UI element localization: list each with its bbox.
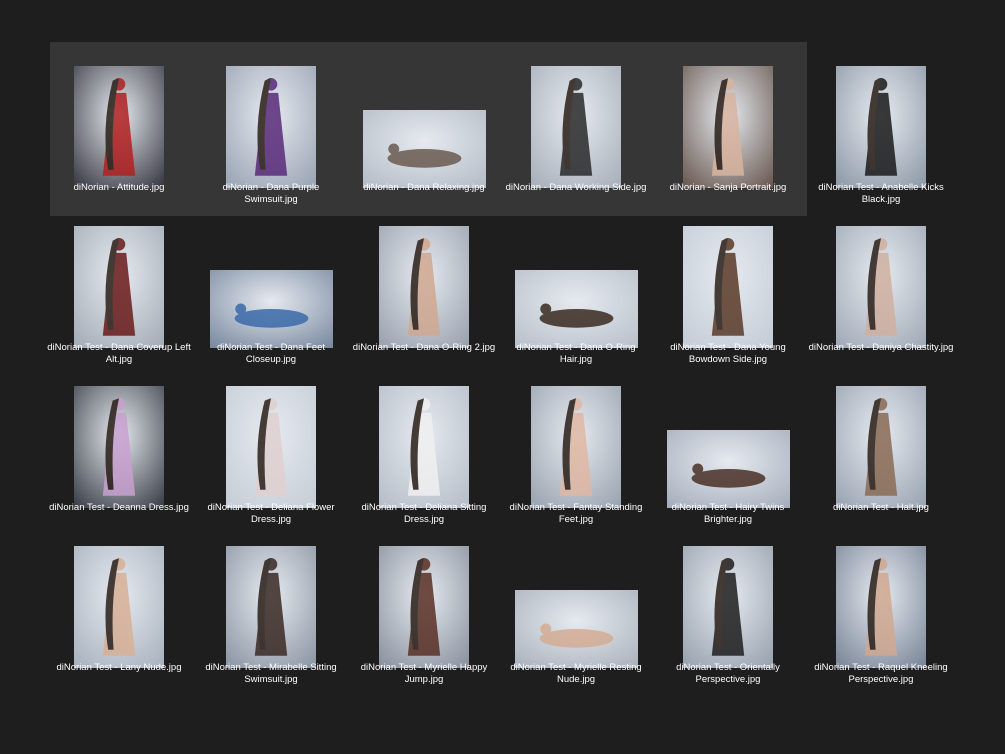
thumbnail-frame — [652, 542, 804, 668]
image-thumbnail-icon[interactable] — [226, 66, 316, 188]
image-thumbnail-icon[interactable] — [514, 270, 638, 348]
file-tile[interactable]: diNorian Test - Myrielle Happy Jump.jpg — [348, 528, 500, 688]
thumbnail-frame — [348, 382, 500, 508]
thumbnail-frame — [500, 62, 652, 188]
thumbnail-frame — [348, 62, 500, 188]
image-thumbnail-icon[interactable] — [74, 546, 164, 668]
file-tile[interactable]: diNorian Test - Dana O-Ring 2.jpg — [348, 208, 500, 368]
file-name-label: diNorian Test - Deliana Flower Dress.jpg — [207, 502, 335, 525]
file-tile[interactable]: diNorian Test - Myrielle Resting Nude.jp… — [500, 528, 652, 688]
thumbnail-frame — [195, 382, 347, 508]
thumbnail-frame — [195, 542, 347, 668]
thumbnail-frame — [805, 382, 957, 508]
image-thumbnail-icon[interactable] — [226, 546, 316, 668]
image-thumbnail-icon[interactable] — [379, 226, 469, 348]
file-name-label: diNorian Test - Dana O-Ring Hair.jpg — [516, 342, 636, 365]
file-name-label: diNorian Test - Deanna Dress.jpg — [49, 502, 189, 513]
file-name-label: diNorian Test - Halt.jpg — [833, 502, 929, 513]
file-tile[interactable]: diNorian Test - Hairy Twins Brighter.jpg — [652, 368, 804, 528]
file-name-label: diNorian Test - Hairy Twins Brighter.jpg — [671, 502, 785, 525]
file-tile[interactable]: diNorian Test - Dana O-Ring Hair.jpg — [500, 208, 652, 368]
image-thumbnail-icon[interactable] — [379, 386, 469, 508]
image-thumbnail-icon[interactable] — [836, 386, 926, 508]
image-thumbnail-icon[interactable] — [74, 66, 164, 188]
image-thumbnail-icon[interactable] — [74, 226, 164, 348]
file-name-label: diNorian Test - Myrielle Resting Nude.jp… — [510, 662, 642, 685]
image-thumbnail-icon[interactable] — [836, 226, 926, 348]
file-tile[interactable]: diNorian Test - Lany Nude.jpg — [43, 528, 195, 688]
thumbnail-frame — [500, 222, 652, 348]
image-thumbnail-icon[interactable] — [362, 110, 486, 188]
thumbnail-frame — [500, 542, 652, 668]
image-thumbnail-icon[interactable] — [209, 270, 333, 348]
file-name-label: diNorian Test - Dana O-Ring 2.jpg — [352, 342, 496, 353]
image-thumbnail-icon[interactable] — [683, 66, 773, 188]
file-tile[interactable]: diNorian Test - Orientally Perspective.j… — [652, 528, 804, 688]
file-name-label: diNorian Test - Orientally Perspective.j… — [676, 662, 780, 685]
thumbnail-frame — [43, 222, 195, 348]
image-thumbnail-icon[interactable] — [666, 430, 790, 508]
file-name-label: diNorian - Attitude.jpg — [73, 182, 165, 193]
image-thumbnail-icon[interactable] — [531, 386, 621, 508]
file-tile[interactable]: diNorian Test - Deanna Dress.jpg — [43, 368, 195, 528]
thumbnail-frame — [43, 542, 195, 668]
file-tile[interactable]: diNorian Test - Mirabelle Sitting Swimsu… — [195, 528, 347, 688]
file-name-label: diNorian Test - Myrielle Happy Jump.jpg — [360, 662, 488, 685]
file-name-label: diNorian - Dana Relaxing.jpg — [363, 182, 485, 193]
file-name-label: diNorian Test - Deliana Sitting Dress.jp… — [361, 502, 487, 525]
file-tile[interactable]: diNorian Test - Anabelle Kicks Black.jpg — [805, 48, 957, 208]
file-name-label: diNorian Test - Lany Nude.jpg — [56, 662, 182, 673]
file-tile[interactable]: diNorian Test - Daniya Chastity.jpg — [805, 208, 957, 368]
thumbnail-frame — [195, 222, 347, 348]
thumbnail-frame — [43, 62, 195, 188]
image-thumbnail-icon[interactable] — [531, 66, 621, 188]
thumbnail-frame — [805, 62, 957, 188]
thumbnail-frame — [652, 222, 804, 348]
image-thumbnail-icon[interactable] — [74, 386, 164, 508]
file-tile[interactable]: diNorian - Sanja Portrait.jpg — [652, 48, 804, 208]
file-tile[interactable]: diNorian Test - Deliana Sitting Dress.jp… — [348, 368, 500, 528]
file-tile[interactable]: diNorian Test - Dana Coverup Left Alt.jp… — [43, 208, 195, 368]
thumbnail-frame — [500, 382, 652, 508]
file-tile[interactable]: diNorian Test - Halt.jpg — [805, 368, 957, 528]
thumbnail-frame — [195, 62, 347, 188]
thumbnail-frame — [805, 542, 957, 668]
file-tile[interactable]: diNorian Test - Fantay Standing Feet.jpg — [500, 368, 652, 528]
file-name-label: diNorian - Sanja Portrait.jpg — [669, 182, 787, 193]
image-thumbnail-icon[interactable] — [226, 386, 316, 508]
file-name-label: diNorian Test - Daniya Chastity.jpg — [808, 342, 954, 353]
image-thumbnail-icon[interactable] — [514, 590, 638, 668]
thumbnail-frame — [348, 542, 500, 668]
image-thumbnail-icon[interactable] — [836, 66, 926, 188]
thumbnail-frame — [652, 382, 804, 508]
thumbnail-frame — [43, 382, 195, 508]
thumbnail-frame — [652, 62, 804, 188]
image-thumbnail-icon[interactable] — [836, 546, 926, 668]
file-grid: diNorian - Attitude.jpg diNorian - Dana P… — [0, 0, 1005, 754]
file-name-label: diNorian - Dana Working Side.jpg — [505, 182, 647, 193]
file-name-label: diNorian Test - Dana Feet Closeup.jpg — [216, 342, 326, 365]
image-thumbnail-icon[interactable] — [683, 546, 773, 668]
image-thumbnail-icon[interactable] — [379, 546, 469, 668]
image-thumbnail-icon[interactable] — [683, 226, 773, 348]
file-tile[interactable]: diNorian - Dana Purple Swimsuit.jpg — [195, 48, 347, 208]
file-tile[interactable]: diNorian - Dana Relaxing.jpg — [348, 48, 500, 208]
file-name-label: diNorian Test - Raquel Kneeling Perspect… — [814, 662, 948, 685]
file-name-label: diNorian Test - Fantay Standing Feet.jpg — [509, 502, 643, 525]
file-name-label: diNorian - Dana Purple Swimsuit.jpg — [222, 182, 320, 205]
file-tile[interactable]: diNorian - Dana Working Side.jpg — [500, 48, 652, 208]
file-name-label: diNorian Test - Mirabelle Sitting Swimsu… — [205, 662, 337, 685]
file-name-label: diNorian Test - Dana Coverup Left Alt.jp… — [47, 342, 191, 365]
file-name-label: diNorian Test - Dana Young Bowdown Side.… — [670, 342, 786, 365]
file-tile[interactable]: diNorian Test - Raquel Kneeling Perspect… — [805, 528, 957, 688]
file-tile[interactable]: diNorian Test - Dana Feet Closeup.jpg — [195, 208, 347, 368]
thumbnail-frame — [805, 222, 957, 348]
file-tile[interactable]: diNorian - Attitude.jpg — [43, 48, 195, 208]
thumbnail-frame — [348, 222, 500, 348]
file-tile[interactable]: diNorian Test - Dana Young Bowdown Side.… — [652, 208, 804, 368]
file-name-label: diNorian Test - Anabelle Kicks Black.jpg — [818, 182, 944, 205]
file-tile[interactable]: diNorian Test - Deliana Flower Dress.jpg — [195, 368, 347, 528]
